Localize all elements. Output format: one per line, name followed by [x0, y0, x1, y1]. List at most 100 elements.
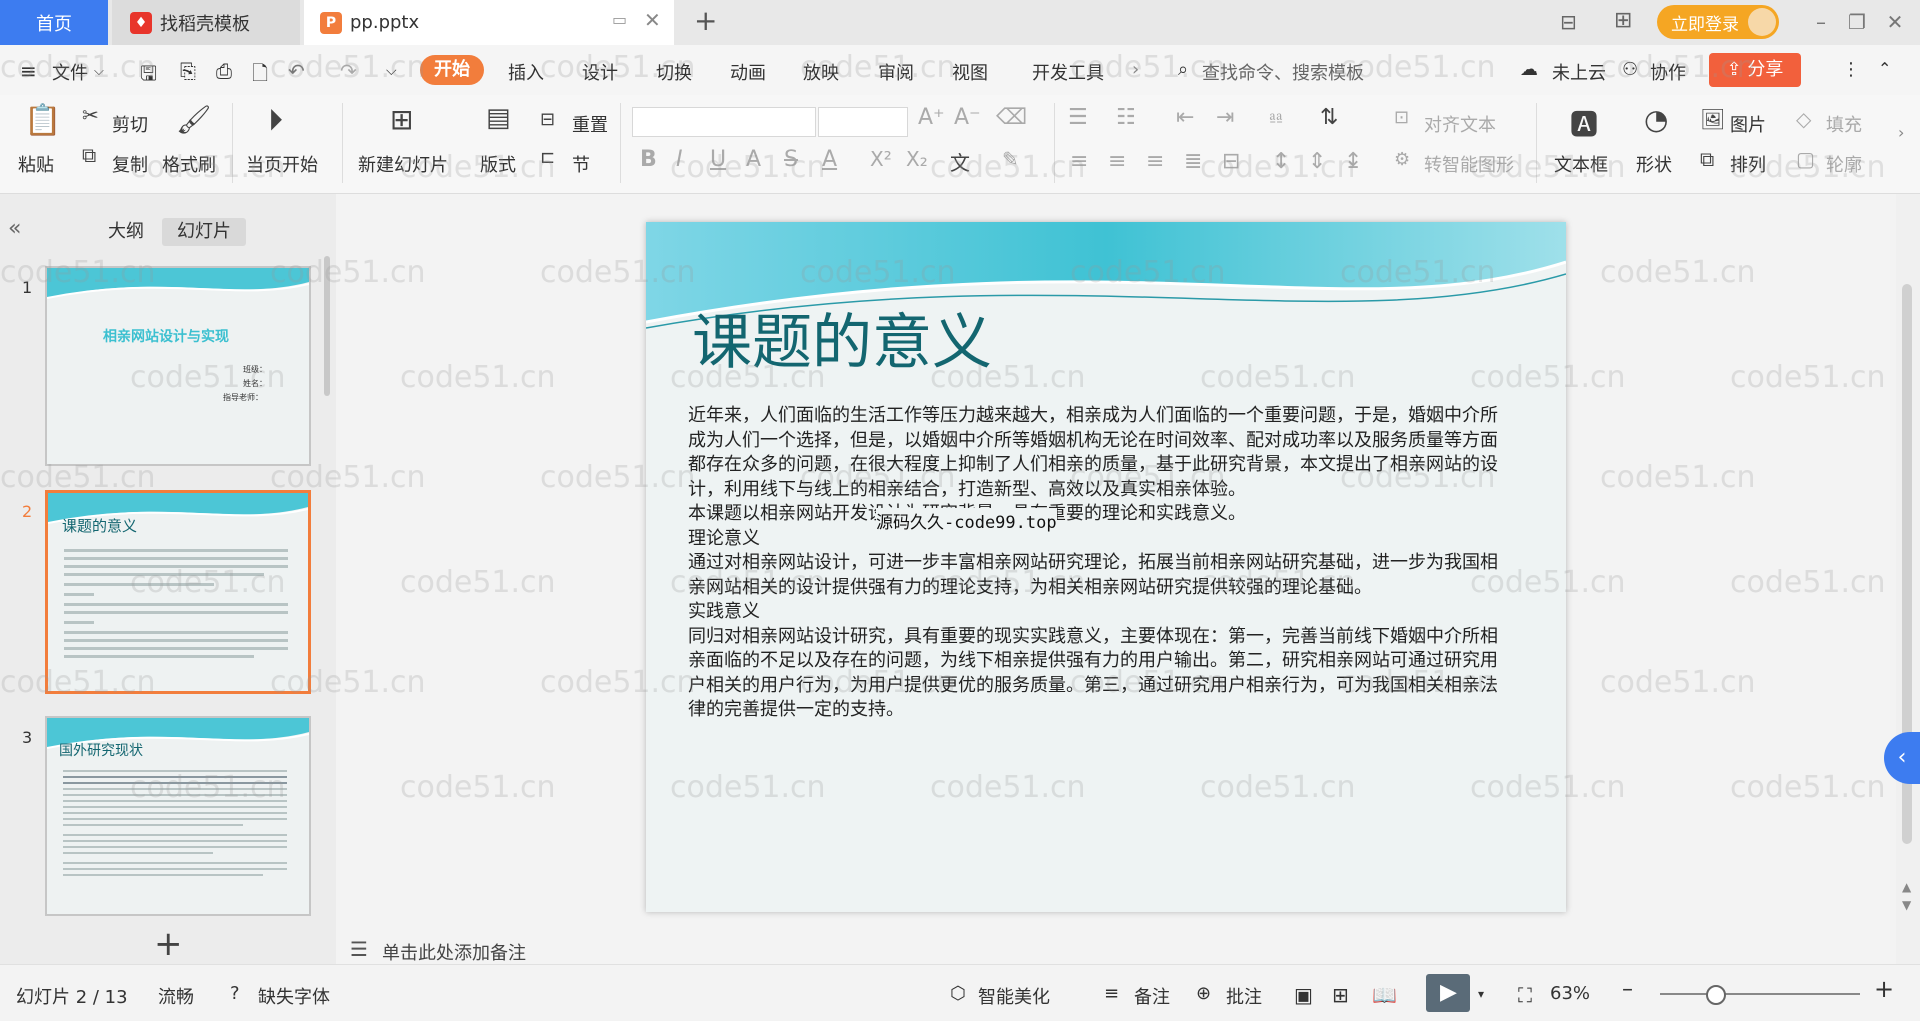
vertical-scrollbar[interactable]: ▲ ▼ — [1896, 194, 1920, 964]
decrease-indent-icon[interactable]: ⇤ — [1176, 105, 1194, 130]
textbox-icon[interactable]: 🅰 — [1570, 103, 1598, 143]
menu-file[interactable]: 文件 — [52, 59, 88, 85]
monitor-icon[interactable]: ▭ — [612, 10, 627, 29]
save-icon[interactable]: 🖫 — [140, 59, 157, 93]
format-painter-icon[interactable]: 🖌 — [176, 103, 212, 136]
slide-title[interactable]: 课题的意义 — [692, 294, 992, 381]
italic-icon[interactable]: I — [676, 147, 683, 172]
scroll-down-icon[interactable]: ▼ — [1902, 898, 1911, 912]
menu-slideshow[interactable]: 放映 — [803, 59, 839, 85]
align-text-icon[interactable]: ⊡ — [1394, 107, 1409, 128]
more-menu-icon[interactable]: › — [1132, 59, 1139, 80]
align-center-icon[interactable]: ≡ — [1108, 149, 1126, 174]
menu-transition[interactable]: 切换 — [656, 59, 692, 85]
slide-thumbnail-2[interactable]: 课题的意义 — [45, 490, 311, 694]
outline-button[interactable]: 轮廓 — [1826, 151, 1862, 177]
smart-art-button[interactable]: 转智能图形 — [1424, 151, 1514, 177]
picture-icon[interactable]: 🖼 — [1700, 107, 1725, 131]
arrange-icon[interactable]: ⧉ — [1700, 147, 1714, 171]
notes-toggle-button[interactable]: 备注 — [1134, 983, 1170, 1009]
textbox-button[interactable]: 文本框 — [1554, 151, 1608, 177]
increase-font-icon[interactable]: A⁺ — [918, 105, 945, 130]
decrease-font-icon[interactable]: A⁻ — [954, 105, 981, 130]
layout-icon[interactable]: ▤ — [486, 103, 511, 133]
align-text-button[interactable]: 对齐文本 — [1424, 111, 1496, 137]
subscript-icon[interactable]: X₂ — [906, 147, 928, 171]
underline-icon[interactable]: U — [710, 147, 726, 172]
strikethrough-icon[interactable]: S — [784, 147, 798, 172]
picture-button[interactable]: 图片 — [1730, 111, 1766, 137]
justify-icon[interactable]: ≣ — [1184, 149, 1202, 174]
collapse-ribbon-icon[interactable]: ⌃ — [1878, 59, 1891, 78]
tab-slides[interactable]: 幻灯片 — [162, 218, 246, 246]
text-effect-icon[interactable]: A — [746, 147, 761, 172]
undo-icon[interactable]: ↶ — [288, 59, 305, 83]
menu-design[interactable]: 设计 — [582, 59, 618, 85]
print-icon[interactable]: ⎙ — [216, 59, 232, 83]
highlight-icon[interactable]: ✎ — [1002, 147, 1019, 171]
copy-icon[interactable]: ⧉ — [82, 143, 96, 167]
outline-icon[interactable]: ▢ — [1796, 147, 1815, 171]
reading-view-icon[interactable]: 📖 — [1372, 983, 1397, 1007]
sorter-view-icon[interactable]: ⊞ — [1332, 983, 1349, 1007]
play-slideshow-button[interactable]: ▶ — [1426, 974, 1470, 1012]
menu-insert[interactable]: 插入 — [508, 59, 544, 85]
format-painter-button[interactable]: 格式刷 — [162, 151, 216, 177]
cloud-status[interactable]: 未上云 — [1552, 59, 1606, 85]
new-tab-icon[interactable]: + — [694, 4, 717, 37]
fill-icon[interactable]: ◇ — [1796, 107, 1811, 131]
paragraph-spacing-icon[interactable]: ⇕ — [1308, 149, 1326, 174]
shape-button[interactable]: 形状 — [1636, 151, 1672, 177]
tab-template-store[interactable]: ♦ 找稻壳模板 — [112, 0, 300, 45]
sort-icon[interactable]: ⇅ — [1320, 105, 1338, 130]
menu-animation[interactable]: 动画 — [730, 59, 766, 85]
fill-button[interactable]: 填充 — [1826, 111, 1862, 137]
notes-bar[interactable]: ☰ 单击此处添加备注 — [336, 935, 1920, 965]
section-button[interactable]: 节 — [572, 151, 590, 177]
quick-access-dropdown-icon[interactable]: ⌵ — [386, 63, 397, 79]
close-window-icon[interactable]: ✕ — [1880, 8, 1910, 36]
theme-name[interactable]: 流畅 — [158, 983, 194, 1009]
zoom-level[interactable]: 63% — [1550, 983, 1590, 1004]
reset-button[interactable]: 重置 — [572, 111, 608, 137]
section-icon[interactable]: ⊏ — [540, 147, 555, 168]
bullets-icon[interactable]: ☰ — [1068, 105, 1088, 130]
align-right-icon[interactable]: ≡ — [1146, 149, 1164, 174]
login-button[interactable]: 立即登录 — [1657, 5, 1779, 39]
tab-home[interactable]: 首页 — [0, 0, 108, 45]
more-options-icon[interactable]: ⋮ — [1842, 59, 1860, 80]
ribbon-scroll-right-icon[interactable]: › — [1898, 123, 1904, 142]
print-preview-icon[interactable]: 🗋 — [252, 59, 268, 93]
layout-icon[interactable]: ⊟ — [1560, 10, 1577, 34]
hamburger-icon[interactable]: ≡ — [20, 59, 37, 83]
missing-font-button[interactable]: 缺失字体 — [258, 983, 330, 1009]
menu-review[interactable]: 审阅 — [878, 59, 914, 85]
menu-developer[interactable]: 开发工具 — [1032, 59, 1104, 85]
tab-outline[interactable]: 大纲 — [96, 218, 156, 246]
arrange-button[interactable]: 排列 — [1730, 151, 1766, 177]
play-from-current-icon[interactable]: ⏵ — [268, 103, 283, 138]
align-left-icon[interactable]: ≡ — [1070, 149, 1088, 174]
collab-button[interactable]: 协作 — [1650, 59, 1686, 85]
distribute-icon[interactable]: ⊟ — [1222, 149, 1240, 174]
font-size-select[interactable] — [818, 107, 908, 137]
clear-format-icon[interactable]: ⌫ — [996, 105, 1027, 130]
from-current-button[interactable]: 当页开始 — [246, 151, 318, 177]
apps-grid-icon[interactable]: ⊞ — [1614, 8, 1632, 33]
command-search-input[interactable]: 查找命令、搜索模板 — [1202, 59, 1364, 85]
close-tab-icon[interactable]: ✕ — [644, 8, 661, 32]
numbering-icon[interactable]: ☷ — [1116, 105, 1136, 130]
side-panel-toggle-icon[interactable]: ‹ — [1884, 732, 1920, 784]
normal-view-icon[interactable]: ▣ — [1294, 983, 1313, 1007]
shape-icon[interactable]: ◔ — [1644, 103, 1668, 136]
line-spacing-icon[interactable]: ↕ — [1272, 149, 1290, 174]
reset-icon[interactable]: ⊟ — [540, 109, 555, 130]
share-button[interactable]: ⇪ 分享 — [1709, 53, 1801, 87]
pinyin-icon[interactable]: 文 — [950, 147, 970, 176]
beautify-button[interactable]: 智能美化 — [978, 983, 1050, 1009]
zoom-in-icon[interactable]: + — [1874, 975, 1894, 1003]
play-options-icon[interactable]: ▾ — [1478, 987, 1484, 1001]
minimize-icon[interactable]: – — [1806, 8, 1836, 36]
new-slide-button[interactable]: 新建幻灯片 — [358, 151, 448, 177]
redo-icon[interactable]: ↷ — [340, 59, 357, 83]
